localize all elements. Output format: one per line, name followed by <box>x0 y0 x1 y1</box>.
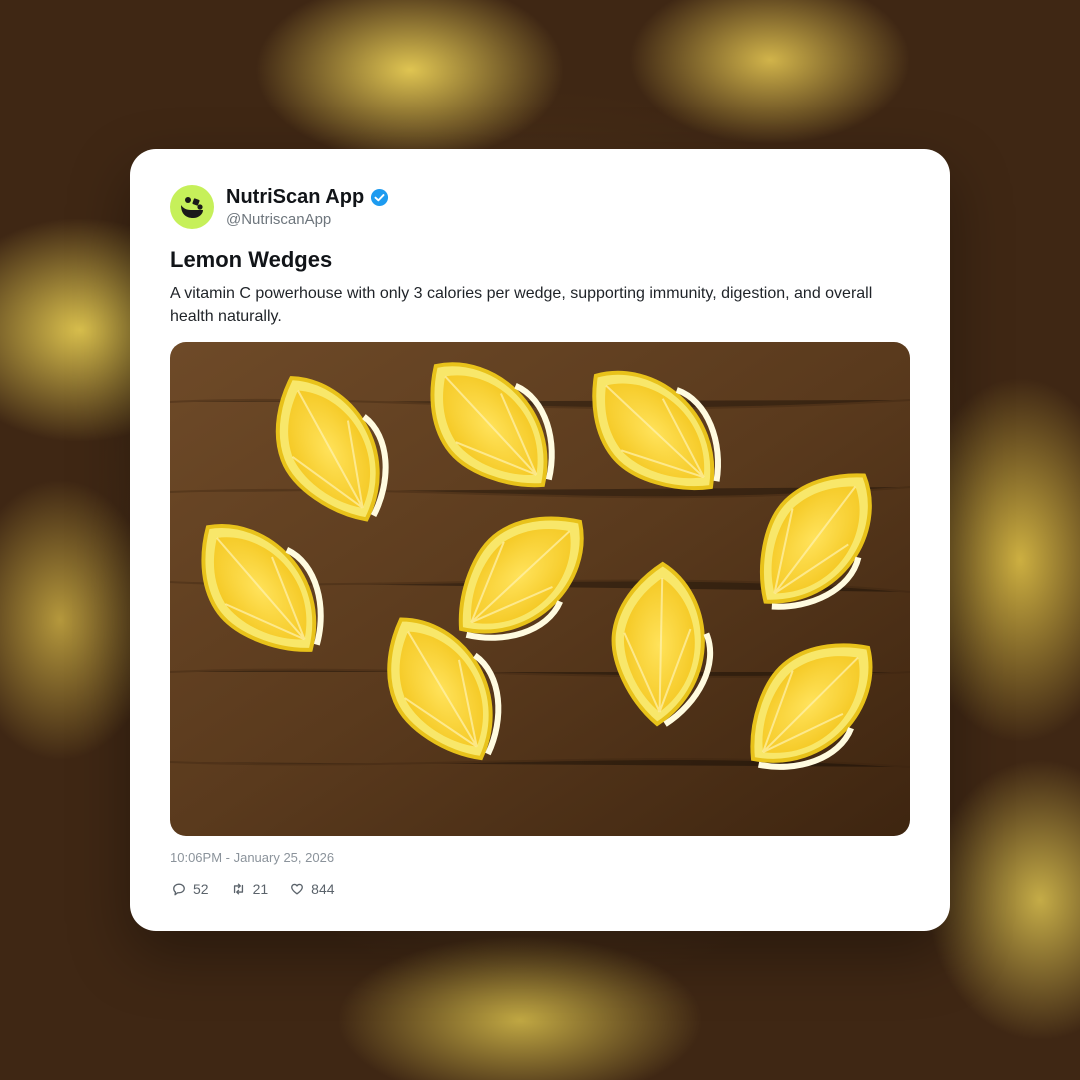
like-count: 844 <box>311 881 335 897</box>
account-name-row: NutriScan App <box>226 186 389 209</box>
post-title: Lemon Wedges <box>170 247 333 272</box>
reply-button[interactable]: 52 <box>172 881 209 897</box>
engagement-stats: 52 21 844 <box>172 881 335 897</box>
post-description: A vitamin C powerhouse with only 3 calor… <box>170 285 873 325</box>
verified-badge-icon <box>371 188 389 207</box>
account-handle[interactable]: @NutriscanApp <box>226 211 331 228</box>
lemon-wedges-photo <box>170 342 910 836</box>
like-button[interactable]: 844 <box>290 881 335 897</box>
retweet-icon <box>233 883 243 895</box>
like-icon <box>291 883 304 895</box>
post-timestamp: 10:06PM - January 25, 2026 <box>170 850 335 865</box>
post-image[interactable] <box>170 342 910 836</box>
account-name[interactable]: NutriScan App <box>226 186 364 209</box>
brand-logo-icon <box>181 197 203 218</box>
retweet-button[interactable]: 21 <box>231 881 269 897</box>
post-card: NutriScan App @NutriscanApp Lemon Wedges… <box>130 149 950 931</box>
reply-icon <box>173 883 185 896</box>
avatar[interactable] <box>170 185 214 229</box>
retweet-count: 21 <box>252 881 269 897</box>
reply-count: 52 <box>193 881 209 897</box>
